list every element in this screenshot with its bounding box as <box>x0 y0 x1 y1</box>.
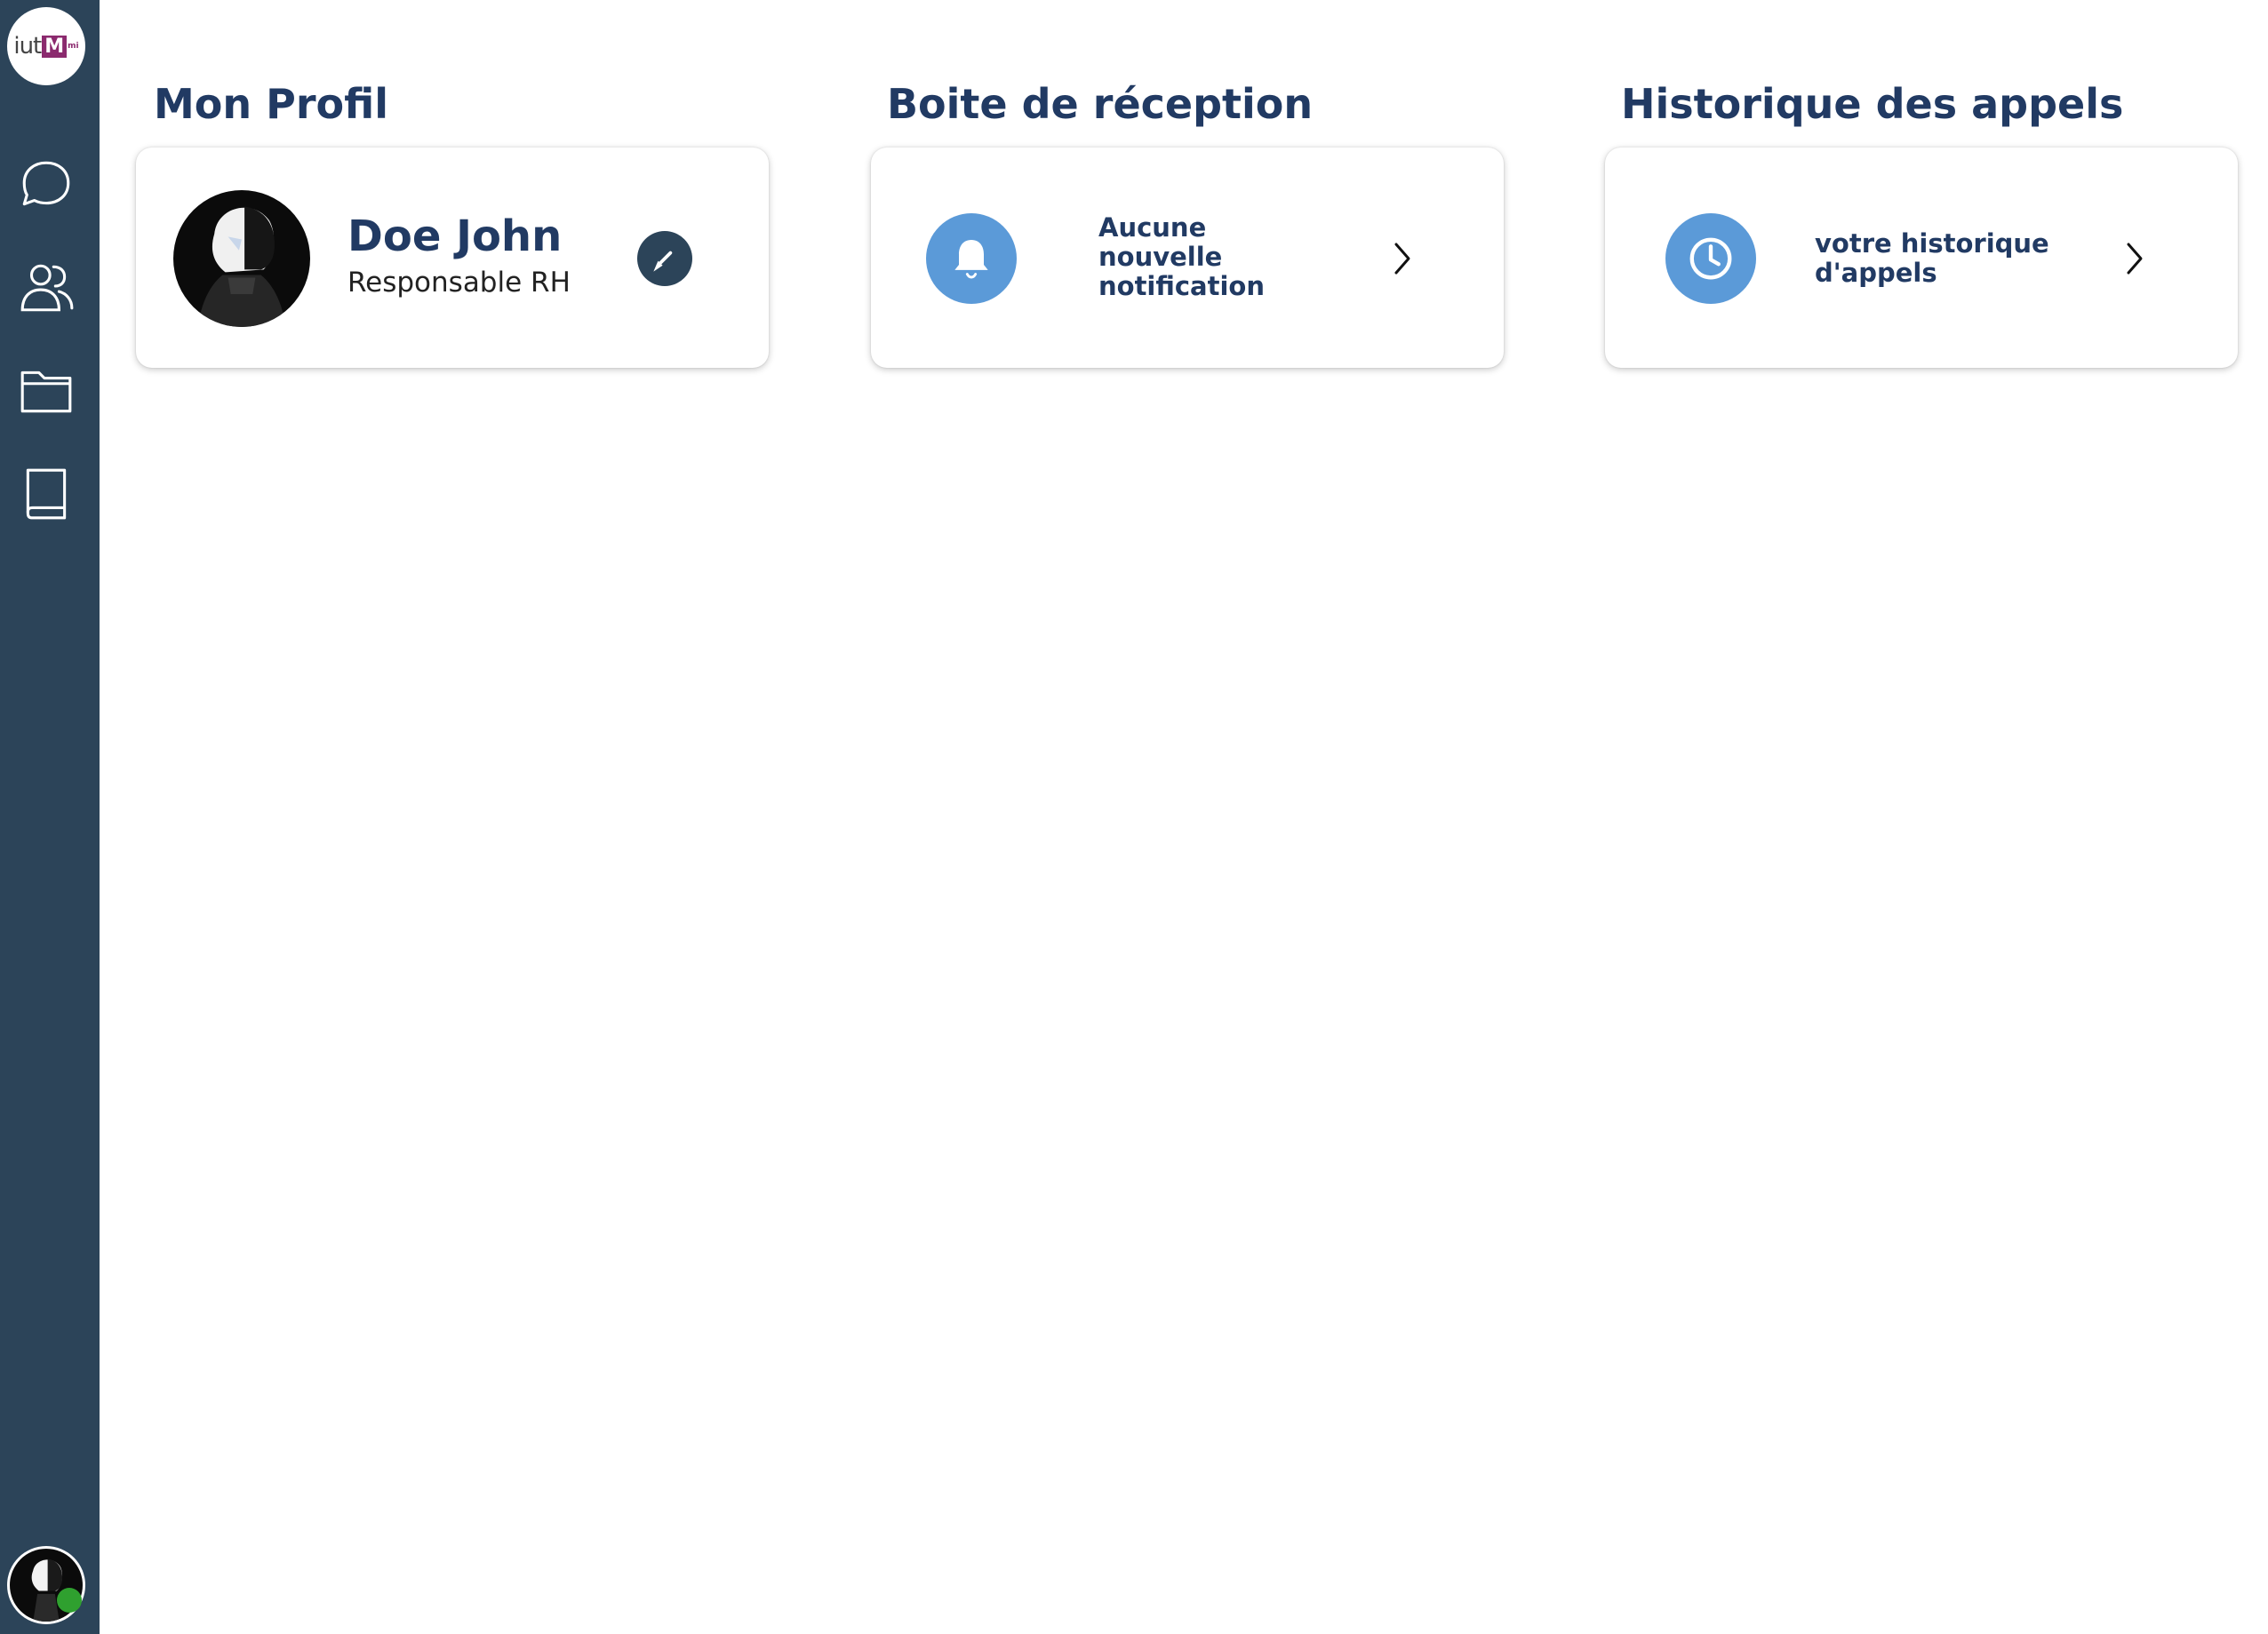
chevron-right-icon <box>2127 243 2143 275</box>
notification-badge <box>926 213 1017 304</box>
inbox-section-title: Boite de réception <box>887 80 1314 128</box>
sidebar-item-directory[interactable] <box>14 462 78 526</box>
sidebar-item-contacts[interactable] <box>14 256 78 320</box>
pencil-icon <box>653 251 673 272</box>
sidebar: iut Mmi <box>0 0 100 1634</box>
call-history-badge <box>1665 213 1756 304</box>
inbox-card[interactable]: Aucune nouvelle notification <box>871 147 1504 368</box>
bell-icon <box>954 240 988 279</box>
online-status-indicator <box>57 1588 82 1613</box>
call-history-open-button[interactable] <box>2117 236 2152 281</box>
call-history-card[interactable]: votre historique d'appels <box>1605 147 2238 368</box>
call-history-message: votre historique d'appels <box>1815 228 2049 288</box>
profile-avatar <box>173 190 310 327</box>
inbox-message: Aucune nouvelle notification <box>1098 212 1265 301</box>
logo-sub: mi <box>68 42 79 51</box>
inbox-open-button[interactable] <box>1385 236 1420 281</box>
book-icon <box>26 468 67 520</box>
app-logo[interactable]: iut Mmi <box>7 7 85 85</box>
folder-icon <box>20 371 72 413</box>
profile-name: Doe John <box>347 211 563 261</box>
profile-section-title: Mon Profil <box>154 80 389 128</box>
user-avatar[interactable] <box>7 1546 85 1624</box>
logo-text: iut <box>13 33 42 60</box>
edit-profile-button[interactable] <box>637 231 692 286</box>
logo-mark: M <box>42 35 68 58</box>
sidebar-item-chat[interactable] <box>14 153 78 217</box>
profile-card: Doe John Responsable RH <box>136 147 769 368</box>
chevron-right-icon <box>1394 243 1410 275</box>
profile-role: Responsable RH <box>347 267 571 299</box>
avatar-image <box>173 190 310 327</box>
history-section-title: Historique des appels <box>1621 80 2124 128</box>
sidebar-item-documents[interactable] <box>14 359 78 423</box>
clock-icon <box>1689 237 1732 280</box>
users-icon <box>20 264 74 312</box>
chat-bubble-icon <box>22 161 70 206</box>
